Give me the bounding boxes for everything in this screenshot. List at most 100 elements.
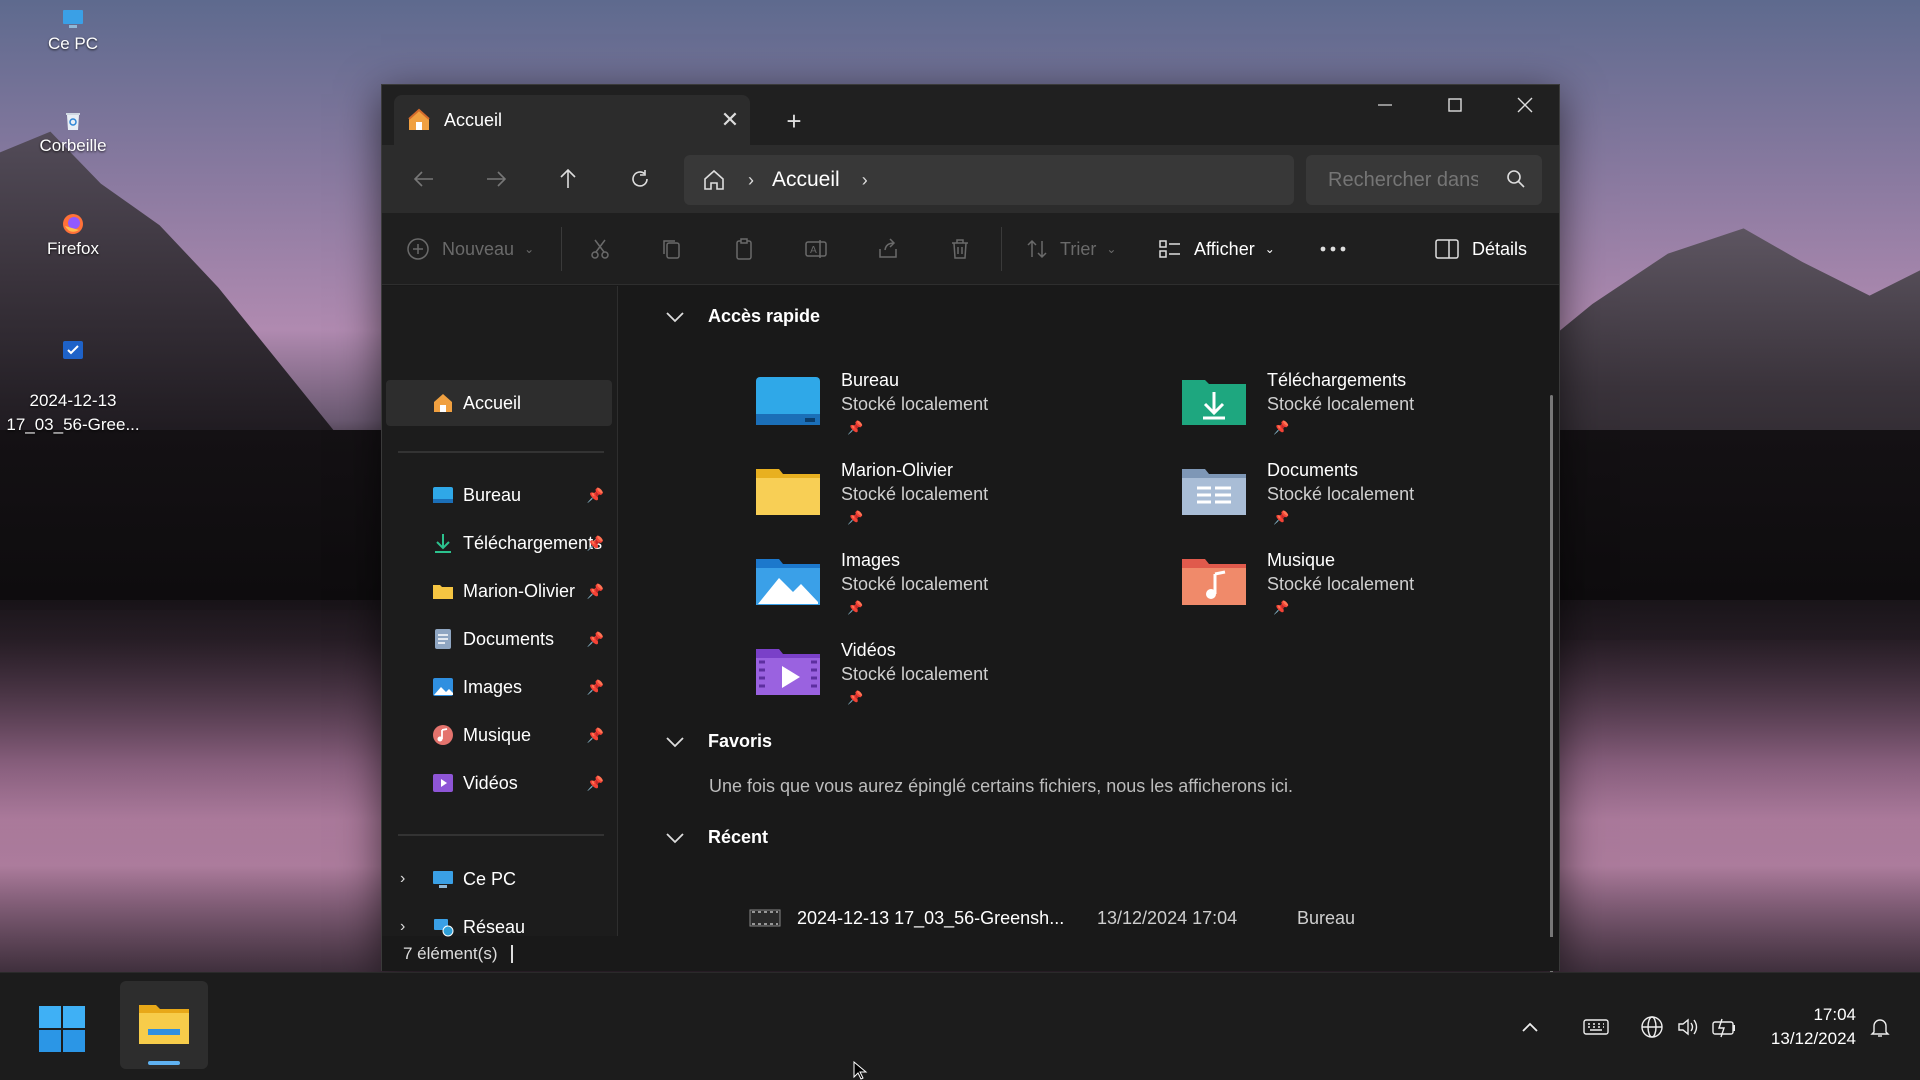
recent-file-location: Bureau xyxy=(1297,907,1356,928)
pin-icon[interactable]: 📌 xyxy=(587,775,604,792)
arrow-up-icon xyxy=(560,168,576,188)
sidebar-item-ce-pc[interactable]: › Ce PC xyxy=(386,856,612,902)
breadcrumb[interactable]: Accueil xyxy=(772,168,840,192)
quick-access-item[interactable]: Musique Stocké localement 📌 xyxy=(1181,550,1581,630)
pin-icon[interactable]: 📌 xyxy=(587,583,604,600)
forward-button[interactable] xyxy=(476,159,516,199)
sidebar-item-accueil[interactable]: Accueil xyxy=(386,380,612,426)
details-button[interactable]: Détails xyxy=(1434,231,1527,267)
search-box[interactable] xyxy=(1306,155,1542,205)
desktop-icon-screenshot-file[interactable]: 2024-12-13 17_03_56-Gree... xyxy=(3,315,143,437)
quick-access-item[interactable]: Images Stocké localement 📌 xyxy=(755,550,1155,630)
taskbar-file-explorer[interactable] xyxy=(120,981,208,1069)
back-button[interactable] xyxy=(404,159,444,199)
paste-icon xyxy=(736,238,752,260)
system-clock[interactable]: 17:04 13/12/2024 xyxy=(1771,1003,1856,1051)
quick-access-location: Stocké localement xyxy=(1267,484,1415,504)
keyboard-icon xyxy=(1583,1019,1609,1035)
quick-access-item[interactable]: Bureau Stocké localement 📌 xyxy=(755,370,1155,450)
tab-accueil[interactable]: Accueil ✕ xyxy=(394,95,750,145)
music-icon xyxy=(433,725,453,745)
recent-file-name: 2024-12-13 17_03_56-Greensh... xyxy=(797,907,1065,928)
quick-access-item[interactable]: Téléchargements Stocké localement 📌 xyxy=(1181,370,1581,450)
sidebar-item-label: Musique xyxy=(463,724,532,745)
taskbar: 17:04 13/12/2024 xyxy=(0,972,1920,1080)
quick-access-name: Marion-Olivier xyxy=(841,460,954,480)
pin-icon[interactable]: 📌 xyxy=(587,535,604,552)
search-input[interactable] xyxy=(1328,168,1478,192)
windows-start-icon[interactable] xyxy=(38,1005,86,1053)
desktop-icon-firefox[interactable]: Firefox xyxy=(3,213,143,259)
section-quick-access[interactable]: Accès rapide xyxy=(666,306,820,327)
navigation-pane: Accueil Bureau 📌 Téléchargements 📌 Mario… xyxy=(382,286,618,937)
sidebar-item-documents[interactable]: Documents 📌 xyxy=(386,616,612,662)
search-icon xyxy=(1507,170,1525,188)
chevron-right-icon[interactable]: › xyxy=(400,870,405,888)
sort-button[interactable]: Trier ⌄ xyxy=(1026,231,1116,267)
sidebar-item-bureau[interactable]: Bureau 📌 xyxy=(386,472,612,518)
chevron-down-icon[interactable] xyxy=(664,827,686,849)
refresh-button[interactable] xyxy=(620,159,660,199)
rename-button[interactable]: A xyxy=(804,231,828,267)
pin-icon[interactable]: 📌 xyxy=(587,487,604,504)
maximize-button[interactable] xyxy=(1420,85,1490,125)
share-button[interactable] xyxy=(876,231,900,267)
address-bar[interactable]: › Accueil › xyxy=(684,155,1294,205)
desktop-icon-ce-pc[interactable]: Ce PC xyxy=(3,8,143,54)
pin-icon[interactable]: 📌 xyxy=(587,727,604,744)
refresh-icon xyxy=(632,170,648,187)
quick-access-item[interactable]: Marion-Olivier Stocké localement 📌 xyxy=(755,460,1155,540)
quick-access-location: Stocké localement xyxy=(841,394,989,414)
close-window-button[interactable] xyxy=(1490,85,1560,125)
section-title: Récent xyxy=(708,827,769,847)
cut-button[interactable] xyxy=(588,231,612,267)
view-button[interactable]: Afficher ⌄ xyxy=(1158,231,1275,267)
notifications-button[interactable] xyxy=(1866,1013,1894,1041)
sidebar-item-label: Ce PC xyxy=(463,868,517,889)
new-tab-button[interactable]: + xyxy=(774,101,814,141)
sidebar-item-musique[interactable]: Musique 📌 xyxy=(386,712,612,758)
show-hidden-icons-button[interactable] xyxy=(1516,1013,1544,1041)
sidebar-item-videos[interactable]: Vidéos 📌 xyxy=(386,760,612,806)
minimize-button[interactable] xyxy=(1350,85,1420,125)
chevron-right-icon[interactable]: › xyxy=(400,918,405,936)
more-options-button[interactable] xyxy=(1318,231,1348,267)
recycle-bin-icon xyxy=(66,113,80,130)
videos-folder-icon xyxy=(756,649,820,695)
pin-icon: 📌 xyxy=(847,510,864,525)
sidebar-item-marion-olivier[interactable]: Marion-Olivier 📌 xyxy=(386,568,612,614)
desktop-icon-corbeille[interactable]: Corbeille xyxy=(3,110,143,156)
section-recent[interactable]: Récent xyxy=(666,827,769,848)
section-favorites[interactable]: Favoris xyxy=(666,731,772,752)
quick-access-item[interactable]: Vidéos Stocké localement 📌 xyxy=(755,640,1155,720)
pin-icon[interactable]: 📌 xyxy=(587,679,604,696)
copy-button[interactable] xyxy=(660,231,684,267)
computer-icon xyxy=(433,871,453,888)
battery-button[interactable] xyxy=(1710,1013,1738,1041)
up-button[interactable] xyxy=(548,159,588,199)
pin-icon[interactable]: 📌 xyxy=(587,631,604,648)
vertical-scrollbar[interactable] xyxy=(1550,395,1553,985)
quick-access-item[interactable]: Documents Stocké localement 📌 xyxy=(1181,460,1581,540)
chevron-down-icon[interactable] xyxy=(664,731,686,753)
quick-access-name: Images xyxy=(841,550,901,570)
clock-time: 17:04 xyxy=(1813,1005,1856,1024)
sidebar-item-images[interactable]: Images 📌 xyxy=(386,664,612,710)
close-tab-icon[interactable]: ✕ xyxy=(710,100,750,140)
chevron-down-icon[interactable] xyxy=(664,306,686,328)
pin-icon: 📌 xyxy=(847,690,864,705)
documents-icon xyxy=(435,629,451,649)
keyboard-button[interactable] xyxy=(1582,1013,1610,1041)
chevron-right-icon[interactable]: › xyxy=(862,170,868,191)
sidebar-item-telechargements[interactable]: Téléchargements 📌 xyxy=(386,520,612,566)
volume-button[interactable] xyxy=(1674,1013,1702,1041)
recent-file-row[interactable]: 2024-12-13 17_03_56-Greensh... 13/12/202… xyxy=(749,898,1489,938)
new-button[interactable]: Nouveau ⌄ xyxy=(406,231,534,267)
video-file-icon xyxy=(749,909,781,927)
network-button[interactable] xyxy=(1638,1013,1666,1041)
paste-button[interactable] xyxy=(732,231,756,267)
arrow-left-icon xyxy=(413,171,433,187)
delete-button[interactable] xyxy=(948,231,972,267)
sidebar-divider xyxy=(398,834,604,836)
close-icon xyxy=(1517,97,1533,113)
